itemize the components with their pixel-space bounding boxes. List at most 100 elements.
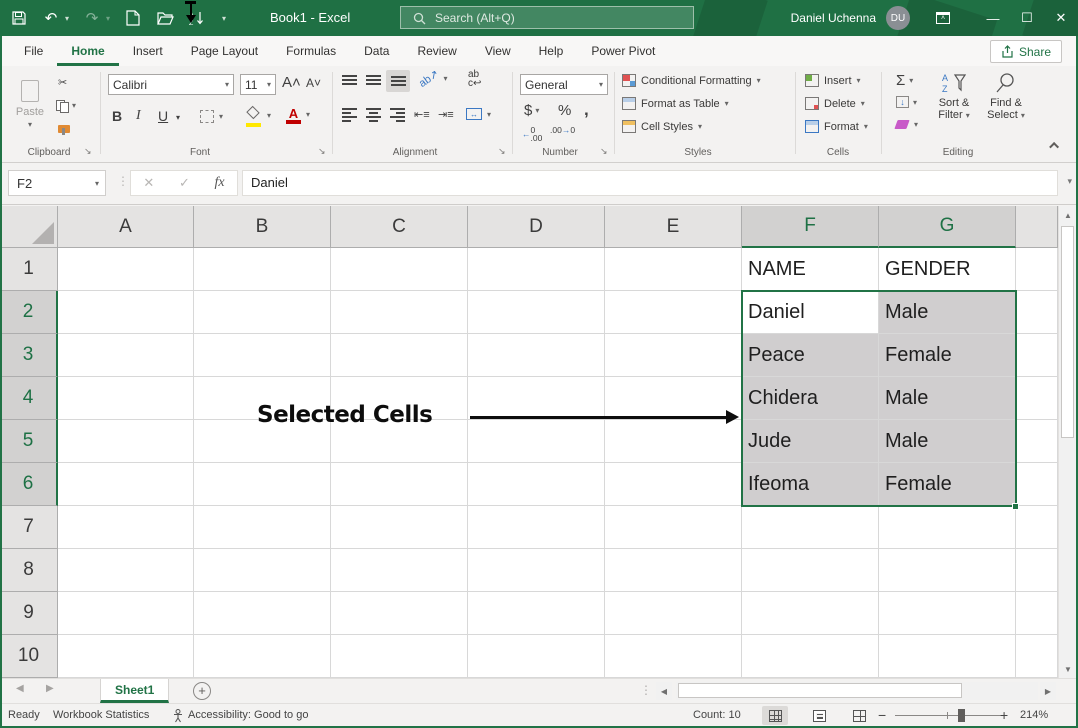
cell-A9[interactable] (58, 592, 194, 635)
name-box-dropdown-icon[interactable]: ▾ (95, 179, 99, 188)
row-header-2[interactable]: 2 (0, 291, 58, 334)
ribbon-display-options-icon[interactable]: ˄ (926, 0, 960, 36)
font-color-icon[interactable]: A ▾ (286, 106, 310, 122)
cell-G10[interactable] (879, 635, 1016, 678)
cell-A5[interactable] (58, 420, 194, 463)
column-header-D[interactable]: D (468, 206, 605, 248)
cell-A8[interactable] (58, 549, 194, 592)
sort-filter-button[interactable]: AZ Sort &Filter ▾ (930, 72, 978, 122)
zoom-out-icon[interactable]: − (878, 704, 886, 727)
cell-B7[interactable] (194, 506, 331, 549)
cell-F3[interactable]: Peace (742, 334, 879, 377)
zoom-slider-thumb[interactable] (958, 709, 965, 722)
increase-font-size-icon[interactable]: A˄ (282, 74, 301, 91)
cell-D6[interactable] (468, 463, 605, 506)
search-input[interactable]: Search (Alt+Q) (400, 6, 694, 29)
cell-D3[interactable] (468, 334, 605, 377)
cell-D5[interactable] (468, 420, 605, 463)
merge-center-icon[interactable]: ↔ ▾ (466, 108, 491, 120)
cell-D9[interactable] (468, 592, 605, 635)
cell-B10[interactable] (194, 635, 331, 678)
row-header-10[interactable]: 10 (0, 635, 58, 678)
scroll-right-icon[interactable]: ▶ (1040, 682, 1056, 700)
tab-insert[interactable]: Insert (119, 36, 177, 66)
number-dialog-launcher-icon[interactable]: ↘ (600, 146, 608, 157)
formula-bar-expand-icon[interactable]: ▾ (1067, 176, 1072, 187)
cell-G8[interactable] (879, 549, 1016, 592)
cell-G7[interactable] (879, 506, 1016, 549)
underline-dropdown-icon[interactable]: ▾ (176, 113, 180, 122)
cell-B1[interactable] (194, 248, 331, 291)
new-file-icon[interactable] (124, 9, 142, 27)
borders-icon[interactable]: ▾ (200, 110, 223, 123)
orientation-icon[interactable]: ab↗▾ (418, 72, 447, 85)
column-header-C[interactable]: C (331, 206, 468, 248)
cell-G3[interactable]: Female (879, 334, 1016, 377)
cell-A2[interactable] (58, 291, 194, 334)
cell-E5[interactable] (605, 420, 742, 463)
cell-C1[interactable] (331, 248, 468, 291)
cell-C7[interactable] (331, 506, 468, 549)
cell-A7[interactable] (58, 506, 194, 549)
copy-icon[interactable]: ▾ (56, 98, 76, 113)
tab-page-layout[interactable]: Page Layout (177, 36, 272, 66)
cell-F6[interactable]: Ifeoma (742, 463, 879, 506)
column-header-F[interactable]: F (742, 206, 879, 248)
scroll-up-icon[interactable]: ▲ (1059, 206, 1077, 224)
scroll-left-icon[interactable]: ◀ (656, 682, 672, 700)
cell-C6[interactable] (331, 463, 468, 506)
fill-handle[interactable] (1012, 503, 1019, 510)
decrease-font-size-icon[interactable]: A˅ (306, 76, 321, 90)
cell-E6[interactable] (605, 463, 742, 506)
cell-G2[interactable]: Male (879, 291, 1016, 334)
minimize-button[interactable]: — (976, 0, 1010, 36)
cell-F10[interactable] (742, 635, 879, 678)
insert-function-icon[interactable]: fx (215, 175, 225, 191)
tab-help[interactable]: Help (525, 36, 578, 66)
tab-data[interactable]: Data (350, 36, 403, 66)
cell-G5[interactable]: Male (879, 420, 1016, 463)
avatar[interactable]: DU (886, 6, 910, 30)
cell-D7[interactable] (468, 506, 605, 549)
column-header-G[interactable]: G (879, 206, 1016, 248)
format-painter-icon[interactable] (58, 122, 65, 135)
cell-D10[interactable] (468, 635, 605, 678)
column-header-E[interactable]: E (605, 206, 742, 248)
decrease-indent-icon[interactable]: ⇤≡ (414, 108, 430, 121)
bottom-align-icon[interactable] (386, 70, 410, 92)
vertical-scroll-thumb[interactable] (1061, 226, 1074, 438)
cell-A1[interactable] (58, 248, 194, 291)
number-format-select[interactable]: General▾ (520, 74, 608, 95)
workbook-statistics-button[interactable]: Workbook Statistics (53, 704, 149, 727)
cell-E4[interactable] (605, 377, 742, 420)
cell-E8[interactable] (605, 549, 742, 592)
scroll-down-icon[interactable]: ▼ (1059, 660, 1077, 678)
top-align-icon[interactable] (342, 75, 357, 85)
cell-A4[interactable] (58, 377, 194, 420)
save-icon[interactable] (10, 9, 28, 27)
cell-F5[interactable]: Jude (742, 420, 879, 463)
user-name[interactable]: Daniel Uchenna (791, 11, 876, 25)
cell-E7[interactable] (605, 506, 742, 549)
cell-F1[interactable]: NAME (742, 248, 879, 291)
font-size-select[interactable]: 11▾ (240, 74, 276, 95)
align-center-icon[interactable] (366, 108, 381, 122)
formula-input[interactable]: Daniel (242, 170, 1058, 196)
row-header-5[interactable]: 5 (0, 420, 58, 463)
column-header-A[interactable]: A (58, 206, 194, 248)
select-all-button[interactable] (0, 206, 58, 248)
accounting-format-icon[interactable]: $ ▾ (524, 102, 539, 119)
undo-icon[interactable]: ↶ (42, 9, 60, 27)
cell-A10[interactable] (58, 635, 194, 678)
row-header-4[interactable]: 4 (0, 377, 58, 420)
cell-C10[interactable] (331, 635, 468, 678)
new-sheet-icon[interactable]: + (193, 682, 211, 700)
align-left-icon[interactable] (342, 108, 357, 122)
row-header-3[interactable]: 3 (0, 334, 58, 377)
share-button[interactable]: Share (990, 40, 1062, 63)
tab-scrollbar-splitter[interactable]: ⋮ (640, 683, 652, 697)
tab-view[interactable]: View (471, 36, 525, 66)
zoom-level[interactable]: 214% (1020, 704, 1048, 727)
increase-indent-icon[interactable]: ⇥≡ (438, 108, 454, 121)
accessibility-status[interactable]: Accessibility: Good to go (188, 704, 308, 727)
